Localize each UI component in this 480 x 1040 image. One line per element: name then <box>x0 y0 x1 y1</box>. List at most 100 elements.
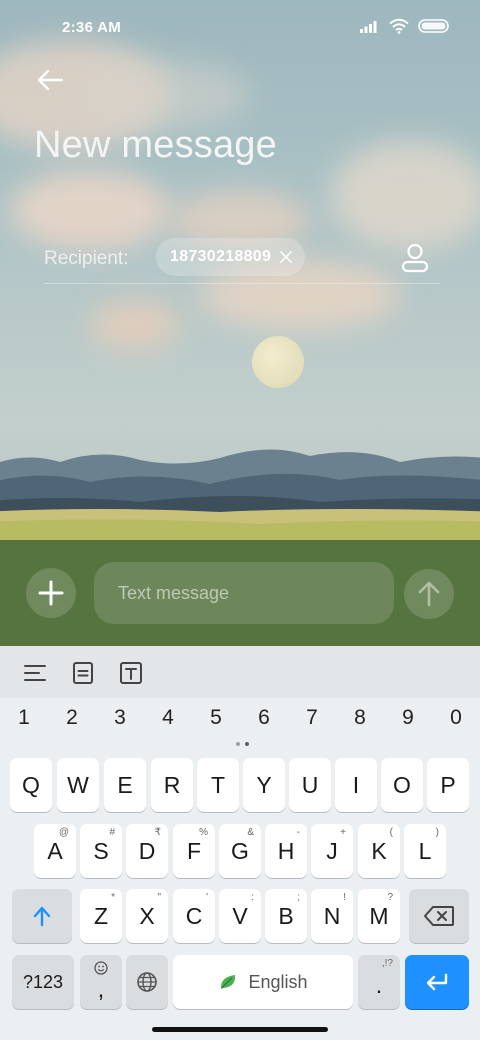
key-sub: & <box>247 827 254 838</box>
key-sub: ' <box>206 892 208 903</box>
backspace-key[interactable] <box>409 889 469 943</box>
key-sub: @ <box>58 827 69 838</box>
key-label: A <box>47 837 63 864</box>
key-z[interactable]: * Z <box>80 889 122 943</box>
key-label: B <box>278 902 294 929</box>
key-h[interactable]: -H <box>265 824 307 878</box>
signal-icon <box>360 21 377 33</box>
page-indicator <box>236 742 249 746</box>
comma-label: , <box>97 975 105 1002</box>
message-input[interactable] <box>94 562 394 624</box>
key-sub: % <box>199 827 208 838</box>
key-1[interactable]: 1 <box>4 706 44 730</box>
clipboard-icon[interactable] <box>70 660 96 686</box>
recipient-chip-number: 18730218809 <box>170 248 272 265</box>
recipient-chip[interactable]: 18730218809 <box>156 238 306 276</box>
menu-lines-icon[interactable] <box>22 660 48 686</box>
page-dot <box>236 742 240 746</box>
key-label: F <box>186 837 202 864</box>
key-4[interactable]: 4 <box>148 706 188 730</box>
language-key[interactable] <box>126 955 168 1009</box>
key-2[interactable]: 2 <box>52 706 92 730</box>
key-sub: ) <box>435 827 439 838</box>
text-format-icon[interactable] <box>118 660 144 686</box>
key-r[interactable]: R <box>151 758 193 812</box>
key-l[interactable]: ) L <box>404 824 446 878</box>
key-u[interactable]: U <box>289 758 331 812</box>
status-time: 2:36 AM <box>62 19 122 36</box>
key-o[interactable]: O <box>381 758 423 812</box>
key-s[interactable]: # S <box>80 824 122 878</box>
shift-key[interactable] <box>12 889 72 943</box>
key-i[interactable]: I <box>335 758 377 812</box>
key-sub: ! <box>343 892 346 903</box>
key-0[interactable]: 0 <box>436 706 476 730</box>
enter-key[interactable] <box>405 955 469 1009</box>
key-w[interactable]: W <box>57 758 99 812</box>
key-x[interactable]: " X <box>126 889 168 943</box>
contact-picker-icon[interactable] <box>400 242 430 274</box>
moon <box>252 336 304 388</box>
key-3[interactable]: 3 <box>100 706 140 730</box>
symbols-key-label: ?123 <box>22 971 64 992</box>
attach-button[interactable] <box>26 568 76 618</box>
key-8[interactable]: 8 <box>340 706 380 730</box>
home-indicator[interactable] <box>152 1027 328 1032</box>
key-label: H <box>277 837 295 864</box>
enter-arrow-icon <box>426 973 448 991</box>
send-button[interactable] <box>404 569 454 619</box>
key-6[interactable]: 6 <box>244 706 284 730</box>
key-t[interactable]: T <box>197 758 239 812</box>
key-y[interactable]: Y <box>243 758 285 812</box>
period-key[interactable]: ,!? . <box>358 955 400 1009</box>
key-k[interactable]: (K <box>358 824 400 878</box>
recipient-row: Recipient: 18730218809 <box>44 238 440 284</box>
key-b[interactable]: ; B <box>265 889 307 943</box>
key-label: J <box>326 837 338 864</box>
key-label: N <box>323 902 341 929</box>
keyboard: 1 2 3 4 5 6 7 8 9 0 Q W E R T Y U I O P … <box>0 646 480 1040</box>
send-arrow-icon <box>418 581 440 607</box>
key-label: O <box>393 771 411 798</box>
key-g[interactable]: & G <box>219 824 261 878</box>
leaf-icon <box>221 975 236 989</box>
key-label: Y <box>256 771 272 798</box>
key-sub: : <box>251 892 254 903</box>
key-label: U <box>301 771 319 798</box>
page-dot-active <box>245 742 249 746</box>
space-bar[interactable]: English <box>173 955 353 1009</box>
key-label: G <box>231 837 249 864</box>
key-f[interactable]: % F <box>173 824 215 878</box>
key-label: Q <box>22 771 40 798</box>
key-a[interactable]: @ A <box>34 824 76 878</box>
emoji-comma-key[interactable]: , <box>80 955 122 1009</box>
key-sub: " <box>157 892 161 903</box>
remove-recipient-icon[interactable] <box>279 250 293 264</box>
mountains <box>0 449 480 540</box>
key-label: S <box>93 837 109 864</box>
key-e[interactable]: E <box>104 758 146 812</box>
key-label: W <box>67 771 89 798</box>
key-d[interactable]: ₹ D <box>126 824 168 878</box>
key-c[interactable]: ' C <box>173 889 215 943</box>
key-j[interactable]: + J <box>311 824 353 878</box>
key-label: D <box>138 837 156 864</box>
key-5[interactable]: 5 <box>196 706 236 730</box>
key-sub: - <box>296 827 300 838</box>
symbols-key[interactable]: ?123 <box>12 955 74 1009</box>
battery-icon <box>418 19 449 33</box>
key-9[interactable]: 9 <box>388 706 428 730</box>
key-sub: * <box>111 892 115 903</box>
key-p[interactable]: P <box>427 758 469 812</box>
key-v[interactable]: :V <box>219 889 261 943</box>
key-label: P <box>440 771 456 798</box>
key-m[interactable]: ? M <box>358 889 400 943</box>
key-7[interactable]: 7 <box>292 706 332 730</box>
period-label: . <box>375 971 383 998</box>
key-sub: ₹ <box>154 827 161 838</box>
key-n[interactable]: ! N <box>311 889 353 943</box>
key-q[interactable]: Q <box>10 758 52 812</box>
key-label: C <box>185 902 203 929</box>
keyboard-toolbar <box>0 646 480 698</box>
back-arrow-icon[interactable] <box>34 66 66 94</box>
